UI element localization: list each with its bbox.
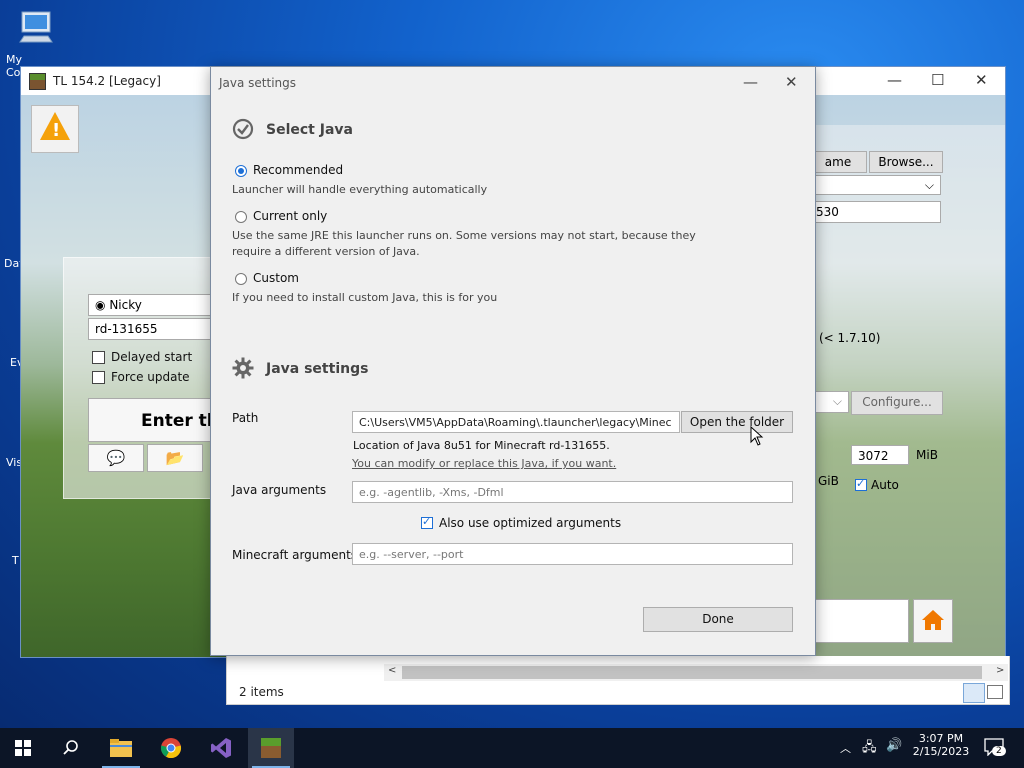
desktop-label: T	[12, 554, 19, 567]
clock-date: 2/15/2023	[912, 745, 970, 758]
current-only-description-line-2: require a different version of Java.	[232, 245, 420, 258]
chrome-taskbar-button[interactable]	[148, 728, 194, 768]
launcher-bottom-field[interactable]	[809, 599, 909, 643]
current-only-label[interactable]: Current only	[253, 209, 327, 223]
minimize-icon[interactable]: —	[887, 71, 902, 89]
force-update-label: Force update	[111, 370, 190, 384]
scroll-left-icon[interactable]: <	[388, 665, 396, 676]
gear-icon	[232, 357, 254, 379]
recommended-description: Launcher will handle everything automati…	[232, 183, 488, 196]
chat-icon: 💬	[106, 449, 126, 467]
dialog-title: Java settings	[219, 76, 297, 90]
auto-label: Auto	[871, 478, 899, 492]
optimized-arguments-label: Also use optimized arguments	[439, 516, 622, 530]
launcher-dropdown[interactable]: ⌵	[809, 175, 941, 195]
configure-button[interactable]: Configure...	[851, 391, 943, 415]
large-icons-view-icon[interactable]	[987, 685, 1003, 699]
username-value: Nicky	[109, 298, 142, 312]
search-button[interactable]	[48, 728, 94, 768]
browse-button[interactable]: Browse...	[869, 151, 943, 173]
minecraft-block-icon	[29, 73, 46, 90]
user-icon: ◉	[95, 298, 106, 312]
clock[interactable]: 3:07 PM 2/15/2023	[912, 732, 970, 758]
notifications-button[interactable]: 2	[984, 738, 1010, 760]
auto-memory-checkbox[interactable]	[855, 477, 867, 491]
search-icon	[63, 740, 78, 755]
folder-icon	[110, 739, 132, 757]
java-path-field[interactable]: C:\Users\VM5\AppData\Roaming\.tlauncher\…	[352, 411, 680, 433]
modify-java-link[interactable]: You can modify or replace this Java, if …	[352, 457, 616, 470]
check-circle-icon	[232, 118, 254, 140]
scrollbar-thumb[interactable]	[402, 666, 982, 679]
volume-icon[interactable]: 🔊	[886, 738, 902, 753]
warning-button[interactable]: !	[31, 105, 79, 153]
show-hidden-icons-icon[interactable]: ︿	[840, 740, 851, 756]
home-button[interactable]	[913, 599, 953, 643]
minecraft-block-icon	[261, 738, 281, 758]
notification-count: 2	[992, 746, 1006, 756]
mouse-cursor-icon	[750, 426, 764, 446]
launcher-taskbar-button[interactable]	[248, 728, 294, 768]
close-icon[interactable]: ✕	[975, 71, 988, 89]
launcher-title: TL 154.2 [Legacy]	[53, 74, 161, 88]
minecraft-arguments-label: Minecraft arguments	[232, 548, 358, 562]
home-icon	[922, 610, 944, 630]
maximize-icon[interactable]: ☐	[931, 71, 944, 89]
minecraft-arguments-input[interactable]	[352, 543, 793, 565]
java-location-note: Location of Java 8u51 for Minecraft rd-1…	[353, 439, 610, 452]
network-icon[interactable]: 🖧	[862, 738, 877, 760]
java-settings-heading: Java settings	[266, 361, 369, 377]
select-java-heading: Select Java	[266, 122, 353, 138]
custom-description: If you need to install custom Java, this…	[232, 291, 498, 304]
recommended-radio[interactable]	[235, 165, 247, 177]
gib-label: GiB	[818, 474, 839, 488]
custom-label[interactable]: Custom	[253, 271, 299, 285]
path-label: Path	[232, 411, 259, 425]
current-only-radio[interactable]	[235, 211, 247, 223]
custom-radio[interactable]	[235, 273, 247, 285]
folder-button[interactable]: 📂	[147, 444, 203, 472]
done-button[interactable]: Done	[643, 607, 793, 632]
start-button[interactable]	[0, 728, 46, 768]
item-count-status: 2 items	[239, 685, 284, 699]
recommended-label[interactable]: Recommended	[253, 163, 343, 177]
visual-studio-icon	[211, 738, 231, 758]
java-arguments-input[interactable]	[352, 481, 793, 503]
scroll-right-icon[interactable]: >	[996, 665, 1004, 676]
delayed-start-label: Delayed start	[111, 350, 193, 364]
resolution-field[interactable]: 530	[809, 201, 941, 223]
computer-icon	[19, 11, 53, 43]
taskbar: ︿ 🖧 🔊 3:07 PM 2/15/2023 2	[0, 728, 1024, 768]
java-arguments-label: Java arguments	[232, 483, 327, 497]
chevron-down-icon: ⌵	[832, 394, 842, 408]
visual-studio-taskbar-button[interactable]	[198, 728, 244, 768]
chevron-down-icon: ⌵	[924, 178, 934, 192]
memory-field[interactable]: 3072	[851, 445, 909, 465]
name-button[interactable]: ame	[809, 151, 867, 173]
chat-button[interactable]: 💬	[88, 444, 144, 472]
optimized-arguments-checkbox[interactable]	[421, 515, 433, 529]
force-update-checkbox[interactable]: Force update	[92, 370, 190, 384]
details-view-icon[interactable]	[963, 683, 985, 703]
minimize-icon[interactable]: —	[743, 73, 758, 91]
delayed-start-checkbox[interactable]: Delayed start	[92, 350, 192, 364]
current-only-description-line-1: Use the same JRE this launcher runs on. …	[232, 229, 696, 242]
java-settings-dialog: Java settings — ✕ Select Java Recommende…	[210, 66, 816, 656]
close-icon[interactable]: ✕	[785, 73, 798, 91]
clock-time: 3:07 PM	[918, 732, 964, 745]
file-explorer-taskbar-button[interactable]	[98, 728, 144, 768]
windows-logo-icon	[15, 740, 31, 756]
memory-unit: MiB	[916, 448, 938, 462]
folder-icon: 📂	[165, 449, 185, 467]
version-note: (< 1.7.10)	[819, 331, 881, 345]
open-folder-button[interactable]: Open the folder	[681, 411, 793, 433]
chrome-icon	[160, 738, 182, 759]
